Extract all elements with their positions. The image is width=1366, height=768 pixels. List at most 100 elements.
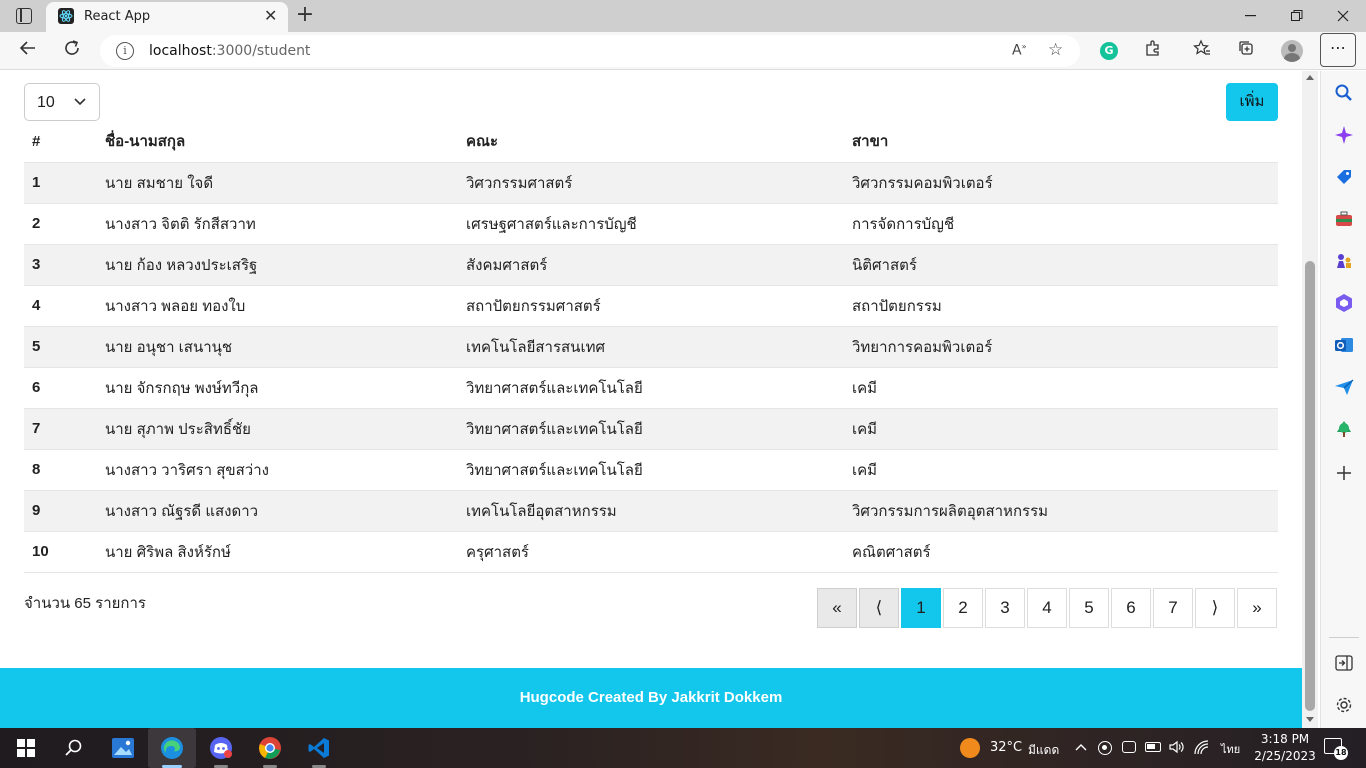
favorite-star-icon[interactable]: ☆: [1048, 40, 1063, 60]
page-size-value: 10: [37, 94, 55, 111]
cell-faculty: วิทยาศาสตร์และเทคโนโลยี: [458, 449, 844, 491]
tree-icon[interactable]: [1334, 419, 1354, 439]
clock-date: 2/25/2023: [1254, 749, 1316, 763]
page-button-4[interactable]: 4: [1027, 588, 1067, 628]
input-language[interactable]: ไทย: [1221, 740, 1240, 758]
favorites-icon[interactable]: [1190, 39, 1214, 63]
copilot-sparkle-icon[interactable]: [1334, 125, 1354, 145]
site-info-icon[interactable]: i: [116, 42, 134, 60]
cell-name: นางสาว วาริศรา สุขสว่าง: [97, 449, 458, 491]
student-table: # ชื่อ-นามสกุล คณะ สาขา 1 นาย สมชาย ใจดีว…: [24, 121, 1278, 573]
photos-app-icon[interactable]: [111, 736, 135, 760]
wifi-icon[interactable]: [1194, 740, 1210, 760]
tab-close-icon[interactable]: ✕: [264, 6, 277, 25]
cell-major: เคมี: [844, 367, 1278, 409]
discord-app-icon[interactable]: [209, 736, 233, 760]
notifications-icon[interactable]: 18: [1324, 738, 1348, 760]
browser-toolbar: i localhost:3000/student A» ☆ G ⋯: [0, 32, 1366, 70]
scroll-up-arrow-icon[interactable]: [1306, 75, 1314, 80]
add-button[interactable]: เพิ่ม: [1226, 83, 1278, 121]
url-text[interactable]: localhost:3000/student: [149, 43, 310, 59]
page-button-7[interactable]: 7: [1153, 588, 1193, 628]
weather-condition[interactable]: มีแดด: [1028, 741, 1059, 760]
cell-faculty: สังคมศาสตร์: [458, 244, 844, 286]
taskbar-search-icon[interactable]: [62, 736, 86, 760]
record-icon[interactable]: [1098, 741, 1112, 755]
edge-browser-icon[interactable]: [160, 736, 184, 760]
next-page-button[interactable]: ⟩: [1195, 588, 1235, 628]
table-row: 2 นางสาว จิตติ รักสีสวาท เศรษฐศาสตร์และการ…: [24, 203, 1278, 245]
pagination: « ⟨ 1 2 3 4 5 6 7 ⟩ »: [817, 588, 1279, 628]
outlook-icon[interactable]: [1334, 335, 1354, 355]
restore-button[interactable]: [1274, 0, 1320, 32]
cell-name: นางสาว ณัฐรดี แสงดาว: [97, 490, 458, 532]
browser-tab[interactable]: React App ✕: [46, 2, 288, 32]
page-size-select[interactable]: 10: [24, 83, 100, 121]
cell-major: สถาปัตยกรรม: [844, 285, 1278, 327]
collections-icon[interactable]: [1234, 39, 1258, 63]
tab-title: React App: [84, 9, 151, 24]
sidebar-divider: [1329, 637, 1359, 638]
chrome-app-icon[interactable]: [258, 736, 282, 760]
page-button-5[interactable]: 5: [1069, 588, 1109, 628]
hide-sidebar-icon[interactable]: [1334, 653, 1354, 673]
windows-start-icon[interactable]: [14, 736, 38, 760]
address-bar[interactable]: i localhost:3000/student A» ☆: [100, 35, 1080, 67]
volume-icon[interactable]: [1168, 739, 1184, 759]
close-window-button[interactable]: [1320, 0, 1366, 32]
show-hidden-icons-chevron-icon[interactable]: [1074, 740, 1088, 759]
weather-temperature[interactable]: 32°C: [990, 740, 1022, 755]
weather-sun-icon[interactable]: [960, 738, 980, 758]
page-button-3[interactable]: 3: [985, 588, 1025, 628]
meet-camera-icon[interactable]: [1122, 741, 1136, 753]
add-sidebar-item-icon[interactable]: [1334, 463, 1354, 483]
page-button-2[interactable]: 2: [943, 588, 983, 628]
back-arrow-icon[interactable]: [16, 39, 40, 63]
cell-faculty: วิทยาศาสตร์และเทคโนโลยี: [458, 408, 844, 450]
chevron-down-icon: [73, 94, 87, 113]
battery-icon[interactable]: [1145, 742, 1161, 752]
table-row: 9 นางสาว ณัฐรดี แสงดาว เทคโนโลยีอุตสาหกรรม…: [24, 490, 1278, 532]
column-header-name: ชื่อ-นามสกุล: [97, 121, 458, 163]
page-content: 10 เพิ่ม # ชื่อ-นามสกุล คณะ สาขา 1 นาย สม…: [0, 71, 1302, 728]
search-icon[interactable]: [1334, 83, 1354, 103]
page-button-6[interactable]: 6: [1111, 588, 1151, 628]
refresh-icon[interactable]: [60, 39, 84, 63]
games-icon[interactable]: [1334, 251, 1354, 271]
tab-actions-icon[interactable]: [16, 8, 32, 24]
cell-faculty: เศรษฐศาสตร์และการบัญชี: [458, 203, 844, 245]
cell-name: นาย ศิริพล สิงห์รักษ์: [97, 531, 458, 573]
extensions-icon[interactable]: [1141, 39, 1165, 63]
first-page-button[interactable]: «: [817, 588, 857, 628]
sidebar-settings-gear-icon[interactable]: [1334, 695, 1354, 715]
system-clock[interactable]: 3:18 PM 2/25/2023: [1254, 731, 1316, 765]
prev-page-button[interactable]: ⟨: [859, 588, 899, 628]
tools-briefcase-icon[interactable]: [1334, 209, 1354, 229]
column-header-faculty: คณะ: [458, 121, 844, 163]
page-scrollbar[interactable]: [1302, 71, 1318, 728]
send-plane-icon[interactable]: [1334, 377, 1354, 397]
cell-number: 9: [24, 490, 97, 532]
page-button-1[interactable]: 1: [901, 588, 941, 628]
cell-name: นาย จักรกฤษ พงษ์ทวีกุล: [97, 367, 458, 409]
cell-faculty: เทคโนโลยีอุตสาหกรรม: [458, 490, 844, 532]
scroll-down-arrow-icon[interactable]: [1306, 717, 1314, 722]
table-row: 5 นาย อนุชา เสนานุช เทคโนโลยีสารสนเทศ วิทยา…: [24, 326, 1278, 368]
grammarly-icon[interactable]: G: [1097, 39, 1121, 63]
cell-major: วิศวกรรมการผลิตอุตสาหกรรม: [844, 490, 1278, 532]
microsoft-365-icon[interactable]: [1334, 293, 1354, 313]
shopping-tag-icon[interactable]: [1334, 167, 1354, 187]
minimize-button[interactable]: [1228, 0, 1274, 32]
last-page-button[interactable]: »: [1237, 588, 1277, 628]
cell-number: 1: [24, 162, 97, 204]
vscode-app-icon[interactable]: [307, 736, 331, 760]
settings-more-icon[interactable]: ⋯: [1320, 33, 1356, 67]
table-row: 3 นาย ก้อง หลวงประเสริฐ สังคมศาสตร์ นิติศาส…: [24, 244, 1278, 286]
read-aloud-icon[interactable]: A»: [1012, 42, 1026, 59]
new-tab-button[interactable]: +: [292, 3, 318, 29]
browser-sidebar: [1320, 71, 1366, 728]
cell-number: 7: [24, 408, 97, 450]
clock-time: 3:18 PM: [1260, 732, 1310, 746]
profile-avatar-icon[interactable]: [1280, 39, 1304, 63]
scrollbar-thumb[interactable]: [1305, 261, 1315, 711]
